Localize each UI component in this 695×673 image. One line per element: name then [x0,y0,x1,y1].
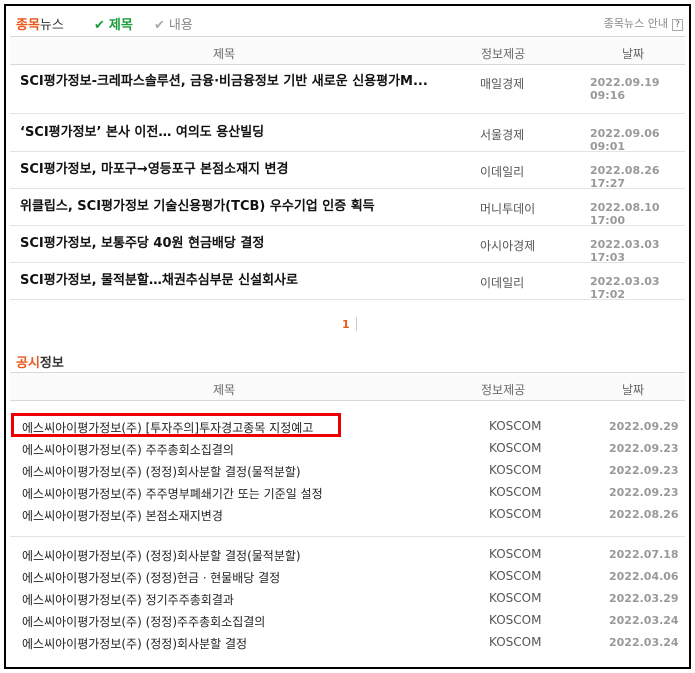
disclosure-title-link[interactable]: 에스씨아이평가정보(주) (정정)회사분할 결정 [22,635,247,652]
disclosure-title-link[interactable]: 에스씨아이평가정보(주) 주주명부폐쇄기간 또는 기준일 설정 [22,485,323,502]
disclosure-date: 2022.09.23 [609,464,679,477]
disclosure-title-link[interactable]: 에스씨아이평가정보(주) (정정)회사분할 결정(물적분할) [22,547,301,564]
disclosure-table-header: 제목 정보제공 날짜 [10,372,685,401]
section-title-disclosure: 공시정보 [16,356,64,371]
disclosure-row[interactable]: 에스씨아이평가정보(주) 본점소재지변경 KOSCOM 2022.08.26 [10,504,685,524]
news-guide-link[interactable]: 종목뉴스 안내? [604,15,683,31]
news-row[interactable]: SCI평가정보, 물적분할…채권추심부문 신설회사로 이데일리 2022.03.… [10,263,685,301]
disclosure-date: 2022.07.18 [609,548,679,561]
disclosure-date: 2022.08.26 [609,508,679,521]
disclosure-source: KOSCOM [489,591,542,605]
disclosure-row[interactable]: 에스씨아이평가정보(주) (정정)회사분할 결정(물적분할) KOSCOM 20… [10,460,685,480]
news-source: 서울경제 [480,128,525,142]
news-date: 2022.08.10 17:00 [590,201,660,227]
news-date: 2022.09.19 09:16 [590,76,660,102]
news-row[interactable]: SCI평가정보-크레파스솔루션, 금융·비금융정보 기반 새로운 신용평가M..… [10,66,685,114]
disclosure-row[interactable]: 에스씨아이평가정보(주) 주주명부폐쇄기간 또는 기준일 설정 KOSCOM 2… [10,482,685,502]
news-title-link[interactable]: ‘SCI평가정보’ 본사 이전… 여의도 용산빌딩 [20,125,430,141]
list-divider [10,536,685,537]
disclosure-date: 2022.03.24 [609,614,679,627]
check-icon: ✔ [94,18,105,33]
disclosure-source: KOSCOM [489,441,542,455]
disclosure-row[interactable]: 에스씨아이평가정보(주) 주주총회소집결의 KOSCOM 2022.09.23 [10,438,685,458]
news-date: 2022.09.06 09:01 [590,127,660,153]
pagination-divider [356,317,357,331]
disclosure-title-link[interactable]: 에스씨아이평가정보(주) (정정)주주총회소집결의 [22,613,265,630]
disclosure-row[interactable]: 에스씨아이평가정보(주) (정정)회사분할 결정 KOSCOM 2022.03.… [10,632,685,652]
disclosure-date: 2022.09.23 [609,486,679,499]
news-date: 2022.08.26 17:27 [590,164,660,190]
news-source: 아시아경제 [480,239,536,253]
news-panel: 종목뉴스 ✔ 제목 ✔ 내용 종목뉴스 안내? 제목 정보제공 날짜 SCI평가정보… [4,4,691,669]
news-title-link[interactable]: SCI평가정보-크레파스솔루션, 금융·비금융정보 기반 새로운 신용평가M..… [20,74,430,90]
news-row[interactable]: SCI평가정보, 마포구→영등포구 본점소재지 변경 이데일리 2022.08.… [10,152,685,190]
news-table-header: 제목 정보제공 날짜 [10,36,685,65]
section-title-news: 종목뉴스 [16,18,64,33]
disclosure-row[interactable]: 에스씨아이평가정보(주) (정정)주주총회소집결의 KOSCOM 2022.03… [10,610,685,630]
disclosure-row[interactable]: 에스씨아이평가정보(주) (정정)현금ㆍ현물배당 결정 KOSCOM 2022.… [10,566,685,586]
disclosure-source: KOSCOM [489,569,542,583]
disclosure-title-link[interactable]: 에스씨아이평가정보(주) (정정)회사분할 결정(물적분할) [22,463,301,480]
news-source: 머니투데이 [480,202,536,216]
news-row[interactable]: SCI평가정보, 보통주당 40원 현금배당 결정 아시아경제 2022.03.… [10,226,685,264]
news-row[interactable]: ‘SCI평가정보’ 본사 이전… 여의도 용산빌딩 서울경제 2022.09.0… [10,114,685,153]
disclosure-source: KOSCOM [489,419,542,433]
disclosure-row[interactable]: 에스씨아이평가정보(주) (정정)회사분할 결정(물적분할) KOSCOM 20… [10,544,685,564]
news-title-link[interactable]: 위클립스, SCI평가정보 기술신용평가(TCB) 우수기업 인증 획득 [20,199,430,215]
disclosure-title-link[interactable]: 에스씨아이평가정보(주) 주주총회소집결의 [22,441,234,458]
disclosure-source: KOSCOM [489,613,542,627]
disclosure-source: KOSCOM [489,635,542,649]
disclosure-title-link[interactable]: 에스씨아이평가정보(주) 본점소재지변경 [22,507,223,524]
disclosure-row[interactable]: 에스씨아이평가정보(주) 정기주주총회결과 KOSCOM 2022.03.29 [10,588,685,608]
tab-content-search[interactable]: ✔ 내용 [154,14,193,33]
pagination-page-1[interactable]: 1 [342,318,350,331]
news-title-link[interactable]: SCI평가정보, 마포구→영등포구 본점소재지 변경 [20,162,430,178]
news-title-link[interactable]: SCI평가정보, 보통주당 40원 현금배당 결정 [20,236,430,252]
news-row[interactable]: 위클립스, SCI평가정보 기술신용평가(TCB) 우수기업 인증 획득 머니투… [10,189,685,227]
disclosure-source: KOSCOM [489,485,542,499]
disclosure-title-link[interactable]: 에스씨아이평가정보(주) (정정)현금ㆍ현물배당 결정 [22,569,280,586]
disclosure-source: KOSCOM [489,507,542,521]
check-icon: ✔ [154,18,165,33]
news-source: 이데일리 [480,276,525,290]
highlight-box [11,413,341,437]
help-icon[interactable]: ? [672,19,683,31]
tab-title-search[interactable]: ✔ 제목 [94,14,133,33]
disclosure-date: 2022.09.23 [609,442,679,455]
disclosure-date: 2022.03.24 [609,636,679,649]
disclosure-date: 2022.04.06 [609,570,679,583]
disclosure-date: 2022.09.29 [609,420,679,433]
news-date: 2022.03.03 17:02 [590,275,660,301]
news-header: 종목뉴스 ✔ 제목 ✔ 내용 종목뉴스 안내? [16,12,683,34]
news-source: 매일경제 [480,77,525,91]
news-source: 이데일리 [480,165,525,179]
news-title-link[interactable]: SCI평가정보, 물적분할…채권추심부문 신설회사로 [20,273,430,289]
disclosure-title-link[interactable]: 에스씨아이평가정보(주) 정기주주총회결과 [22,591,234,608]
disclosure-date: 2022.03.29 [609,592,679,605]
disclosure-source: KOSCOM [489,463,542,477]
news-date: 2022.03.03 17:03 [590,238,660,264]
disclosure-source: KOSCOM [489,547,542,561]
